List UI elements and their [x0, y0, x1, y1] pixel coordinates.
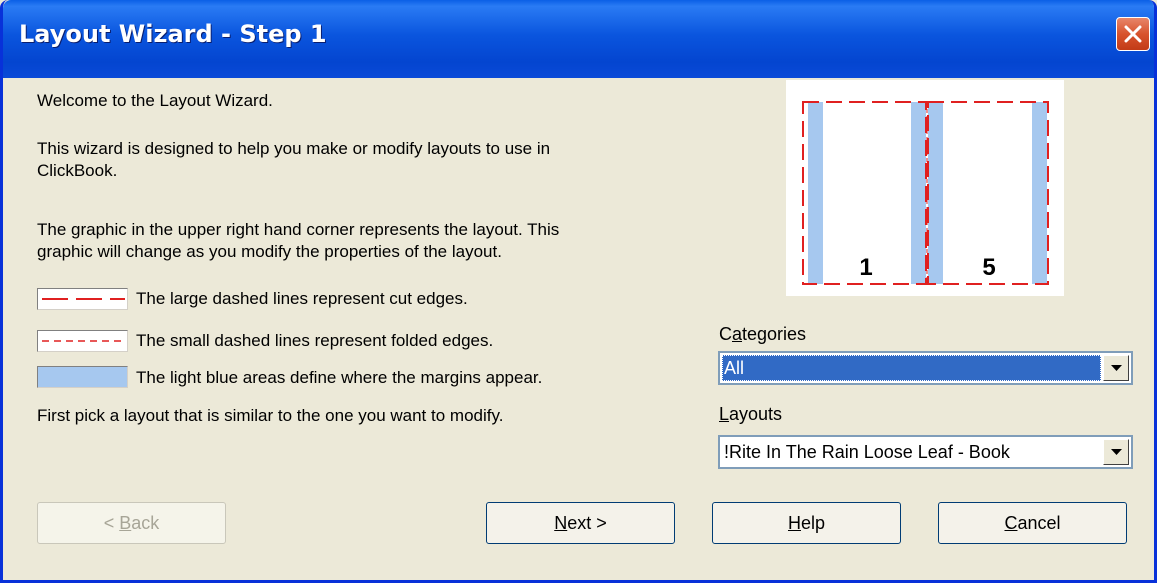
margin-legend-text: The light blue areas define where the ma… [136, 368, 543, 387]
categories-dropdown-arrow[interactable] [1103, 355, 1129, 381]
help-button[interactable]: Help [712, 502, 901, 544]
chevron-down-icon [1111, 365, 1122, 371]
close-button[interactable] [1116, 17, 1150, 51]
categories-dropdown[interactable]: All [718, 351, 1133, 385]
layouts-label: Layouts [719, 404, 783, 424]
layout-preview: 1 5 [786, 80, 1064, 296]
cut-edge-legend-swatch [37, 288, 128, 310]
wizard-body: Welcome to the Layout Wizard. This wizar… [3, 78, 1154, 580]
back-button[interactable]: < Back [37, 502, 226, 544]
margin-legend-swatch [37, 366, 128, 388]
cut-edge-legend-text: The large dashed lines represent cut edg… [136, 289, 468, 308]
layouts-dropdown[interactable]: !Rite In The Rain Loose Leaf - Book [718, 435, 1133, 469]
preview-page-number-right: 5 [982, 254, 995, 281]
next-button[interactable]: Next > [486, 502, 675, 544]
close-icon [1124, 25, 1142, 43]
layouts-value: !Rite In The Rain Loose Leaf - Book [724, 442, 1010, 462]
categories-value: All [722, 355, 1101, 381]
intro-text-line-1: This wizard is designed to help you make… [37, 139, 551, 158]
categories-label: Categories [719, 324, 807, 344]
welcome-text: Welcome to the Layout Wizard. [37, 91, 273, 110]
chevron-down-icon [1111, 449, 1122, 455]
instruction-text: First pick a layout that is similar to t… [37, 406, 504, 425]
cancel-button[interactable]: Cancel [938, 502, 1127, 544]
intro-text-line-4: graphic will change as you modify the pr… [37, 242, 502, 261]
intro-text-line-2: ClickBook. [37, 161, 118, 180]
fold-edge-legend-text: The small dashed lines represent folded … [136, 331, 494, 350]
window-title: Layout Wizard - Step 1 [19, 20, 327, 48]
preview-page-number-left: 1 [859, 254, 872, 281]
fold-edge-legend-swatch [37, 330, 128, 352]
intro-text-line-3: The graphic in the upper right hand corn… [37, 220, 560, 239]
layouts-dropdown-arrow[interactable] [1103, 439, 1129, 465]
title-bar[interactable]: Layout Wizard - Step 1 [3, 0, 1154, 78]
layout-wizard-window: Layout Wizard - Step 1 Welcome to the La… [0, 0, 1157, 583]
